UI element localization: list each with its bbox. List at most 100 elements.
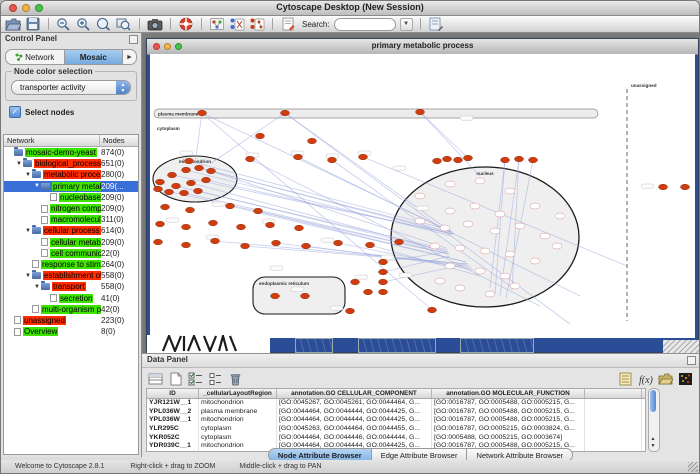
tree-row-count: 614(0) (101, 226, 138, 235)
network-view-window: primary metabolic process plasma membran… (146, 38, 699, 353)
search-input[interactable] (334, 18, 396, 31)
go-term-node (463, 221, 473, 227)
table-row[interactable]: YPL036W__1mitochondrion[GO:0044464, GO:0… (147, 416, 645, 425)
minimized-view-thumbnail[interactable] (295, 338, 333, 353)
tree-row-cellular-metabo[interactable]: cellular metabo209(0) (4, 237, 138, 248)
selected-go-node (346, 308, 355, 314)
control-panel-tabs: Network Mosaic ► (5, 49, 137, 65)
zoom-fit-icon[interactable] (116, 17, 132, 31)
tree-row-overview[interactable]: Overview8(0) (4, 326, 138, 337)
column-header-ID[interactable]: ID (147, 389, 199, 398)
matrix-icon[interactable] (678, 372, 693, 386)
overview-icon[interactable] (209, 17, 225, 31)
data-panel-toolbar: f(x) (142, 368, 699, 389)
expand-arrow-icon[interactable]: ▼ (33, 284, 41, 290)
window-titlebar: Cytoscape Desktop (New Session) (1, 1, 699, 16)
tree-row-mosaic-demo-yeast[interactable]: mosaic-demo-yeast874(0) (4, 147, 138, 158)
folder-icon (32, 272, 41, 279)
minimized-view-thumbnail[interactable] (460, 338, 534, 353)
table-row[interactable]: YPL036W__2plasma membrane[GO:0044464, GO… (147, 408, 645, 417)
tree-header-network[interactable]: Network (4, 135, 100, 146)
table-row[interactable]: YKR052Ccytoplasm[GO:0044464, GO:0044446,… (147, 434, 645, 443)
tree-row-biological-process[interactable]: ▼biological_process651(0) (4, 158, 138, 169)
network-canvas[interactable]: plasma membranecytoplasmmitochondrionnuc… (150, 54, 695, 338)
scrollbar-thumb[interactable] (650, 390, 656, 412)
tree-row-unassigned[interactable]: unassigned223(0) (4, 315, 138, 326)
tree-row-response-to-stimulu[interactable]: response to stimulu264(0) (4, 259, 138, 270)
tab-mosaic[interactable]: Mosaic (65, 50, 124, 64)
float-panel-icon[interactable] (129, 35, 138, 44)
selected-go-node (529, 157, 538, 163)
column-header-_cellularLayoutRegion[interactable]: _cellularLayoutRegion (199, 389, 277, 398)
formula-icon[interactable]: f(x) (638, 372, 653, 386)
main-toolbar: Search: ▼ (1, 16, 699, 33)
expand-arrow-icon[interactable]: ▼ (24, 228, 32, 234)
tree-row-establishment-of-lo[interactable]: ▼establishment of lo558(0) (4, 270, 138, 281)
minimized-view-thumbnail[interactable] (358, 338, 436, 353)
new-attribute-icon[interactable] (168, 372, 183, 386)
selected-go-node (328, 157, 337, 163)
tree-row-secretion[interactable]: secretion41(0) (4, 292, 138, 303)
layout-b-icon[interactable] (249, 17, 265, 31)
tree-row-nucleobase-[interactable]: nucleobase-209(0) (4, 192, 138, 203)
attribute-editor-icon[interactable] (428, 17, 444, 31)
float-panel-icon[interactable] (687, 356, 696, 365)
expand-arrow-icon[interactable]: ▼ (24, 273, 32, 279)
tree-row-multi-organism-pro[interactable]: multi-organism pro42(0) (4, 304, 138, 315)
tree-row-metabolic-process[interactable]: ▼metabolic process280(0) (4, 169, 138, 180)
tree-row-nitrogen-compo[interactable]: nitrogen compo209(0) (4, 203, 138, 214)
save-icon[interactable] (25, 17, 41, 31)
file-icon (32, 260, 39, 268)
tab-network[interactable]: Network (6, 50, 65, 64)
more-tabs-arrow[interactable]: ► (123, 50, 136, 64)
help-icon[interactable] (178, 17, 194, 31)
tree-header-nodes[interactable]: Nodes (100, 135, 138, 146)
table-vertical-scrollbar[interactable]: ▲▼ (648, 388, 660, 452)
selected-go-node (156, 179, 165, 185)
tree-row-cellular-process[interactable]: ▼cellular process614(0) (4, 225, 138, 236)
zoom-in-icon[interactable] (76, 17, 92, 31)
open-icon[interactable] (5, 17, 21, 31)
window-resize-grip[interactable] (688, 462, 698, 472)
selected-go-node (198, 110, 207, 116)
table-row[interactable]: YJR121W__1mitochondrion[GO:0045267, GO:0… (147, 399, 645, 408)
selected-go-node (454, 157, 463, 163)
tree-row-macromolecule[interactable]: macromolecule311(0) (4, 214, 138, 225)
node-label-pill (180, 151, 193, 155)
tree-row-cell-communicat[interactable]: cell communicat22(0) (4, 248, 138, 259)
go-term-node (485, 291, 495, 297)
notes-icon[interactable] (618, 372, 633, 386)
tree-row-primary-metabo[interactable]: ▼primary metabo209(... (4, 181, 138, 192)
table-row[interactable]: YLR295Ccytoplasm[GO:0045263, GO:0044464,… (147, 425, 645, 434)
import-icon[interactable] (658, 372, 673, 386)
expand-arrow-icon[interactable]: ▼ (24, 172, 32, 178)
frame-resize-corner[interactable] (663, 340, 699, 353)
tree-row-label-zone: ▼metabolic process (4, 169, 101, 180)
go-term-node (435, 278, 445, 284)
annotation-icon[interactable] (280, 17, 296, 31)
zoom-selected-icon[interactable] (96, 17, 112, 31)
select-nodes-checkbox[interactable]: ✓ (9, 106, 21, 118)
snapshot-icon[interactable] (147, 17, 163, 31)
attribute-list-icon[interactable] (208, 372, 223, 386)
attribute-table-icon[interactable] (148, 372, 163, 386)
column-header-annotation.GO MOLECULAR_FUNCTION[interactable]: annotation.GO MOLECULAR_FUNCTION (432, 389, 585, 398)
zoom-out-icon[interactable] (56, 17, 72, 31)
selected-go-node (202, 177, 211, 183)
node-label-pill (166, 218, 179, 222)
expand-arrow-icon[interactable]: ▼ (15, 161, 23, 167)
column-header-extra[interactable] (585, 389, 642, 398)
layout-a-icon[interactable] (229, 17, 245, 31)
tree-row-transport[interactable]: ▼transport558(0) (4, 281, 138, 292)
nucleus-region (391, 167, 579, 307)
selected-go-node (165, 189, 174, 195)
delete-attribute-icon[interactable] (228, 372, 243, 386)
go-term-node (552, 243, 562, 249)
select-attributes-icon[interactable] (188, 372, 203, 386)
table-cell: [GO:0044464, GO:0044446, GO:0044444, G..… (277, 434, 432, 443)
column-header-annotation.GO CELLULAR_COMPONENT[interactable]: annotation.GO CELLULAR_COMPONENT (277, 389, 432, 398)
search-options-dropdown[interactable]: ▼ (400, 18, 413, 31)
color-attribute-select[interactable]: transporter activity ▲▼ (11, 80, 131, 95)
network-view-titlebar[interactable]: primary metabolic process (147, 39, 698, 55)
expand-arrow-icon[interactable]: ▼ (33, 183, 41, 189)
